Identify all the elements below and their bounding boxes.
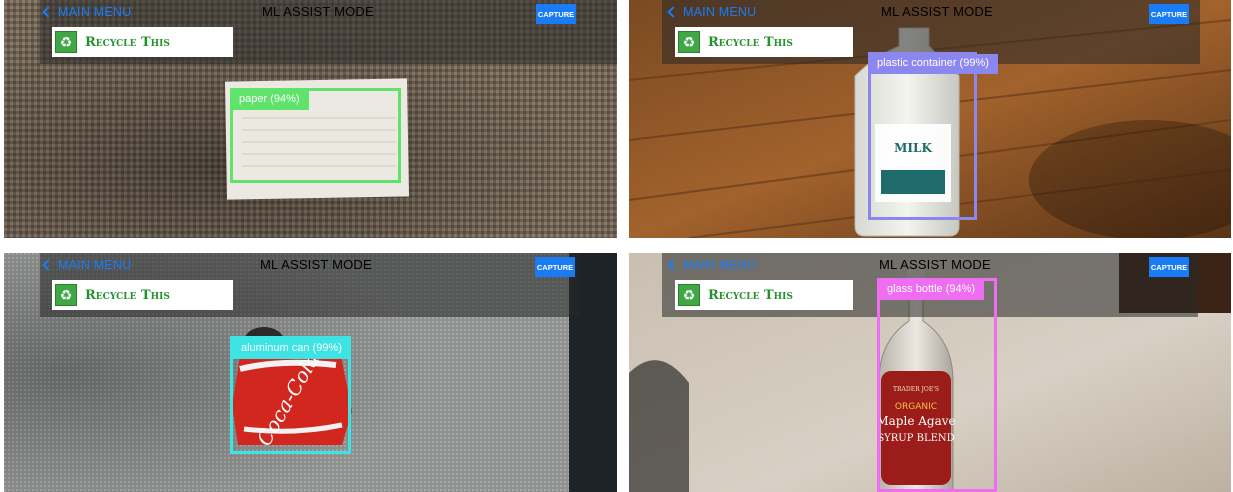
detection-label-plastic: plastic container (99%): [868, 54, 998, 74]
mode-title: ML ASSIST MODE: [881, 4, 993, 19]
camera-view-plastic: MILK MAIN MENU ML ASSIST MODE CAPTURE ♻ …: [629, 0, 1231, 238]
chevron-left-icon: [42, 6, 54, 18]
camera-view-paper: MAIN MENU ML ASSIST MODE CAPTURE ♻ Recyc…: [4, 0, 617, 238]
recycle-this-banner: ♻ Recycle This: [52, 280, 233, 310]
main-menu-link[interactable]: MAIN MENU: [42, 5, 132, 19]
camera-view-glass: TRADER JOE'S ORGANIC Maple Agave SYRUP B…: [629, 253, 1231, 492]
main-menu-label: MAIN MENU: [58, 258, 132, 272]
capture-button[interactable]: CAPTURE: [535, 257, 575, 277]
recycle-icon: ♻: [678, 284, 700, 306]
chevron-left-icon: [667, 259, 679, 271]
detection-box-plastic: [868, 52, 977, 220]
detection-label-paper: paper (94%): [230, 90, 309, 110]
detection-label-aluminum: aluminum can (99%): [232, 339, 351, 359]
capture-button[interactable]: CAPTURE: [1149, 4, 1189, 24]
main-menu-label: MAIN MENU: [683, 258, 757, 272]
main-menu-link[interactable]: MAIN MENU: [667, 5, 757, 19]
recycle-this-banner: ♻ Recycle This: [675, 27, 853, 57]
capture-button[interactable]: CAPTURE: [1149, 257, 1189, 277]
recycle-this-label: Recycle This: [708, 287, 793, 303]
main-menu-label: MAIN MENU: [683, 5, 757, 19]
recycle-this-banner: ♻ Recycle This: [52, 27, 233, 57]
main-menu-link[interactable]: MAIN MENU: [42, 258, 132, 272]
main-menu-link[interactable]: MAIN MENU: [667, 258, 757, 272]
mode-title: ML ASSIST MODE: [260, 257, 372, 272]
recycle-icon: ♻: [55, 284, 77, 306]
recycle-icon: ♻: [678, 31, 700, 53]
mode-title: ML ASSIST MODE: [262, 4, 374, 19]
recycle-this-label: Recycle This: [708, 34, 793, 50]
detection-label-glass: glass bottle (94%): [878, 280, 985, 300]
chevron-left-icon: [42, 259, 54, 271]
recycle-icon: ♻: [55, 31, 77, 53]
recycle-this-label: Recycle This: [85, 34, 170, 50]
capture-button[interactable]: CAPTURE: [536, 4, 576, 24]
chevron-left-icon: [667, 6, 679, 18]
recycle-this-banner: ♻ Recycle This: [675, 280, 853, 310]
mode-title: ML ASSIST MODE: [879, 257, 991, 272]
camera-view-aluminum: Coca-Cola MAIN MENU ML ASSIST MODE CAPTU…: [4, 253, 617, 492]
recycle-this-label: Recycle This: [85, 287, 170, 303]
detection-box-glass: [877, 278, 997, 492]
main-menu-label: MAIN MENU: [58, 5, 132, 19]
